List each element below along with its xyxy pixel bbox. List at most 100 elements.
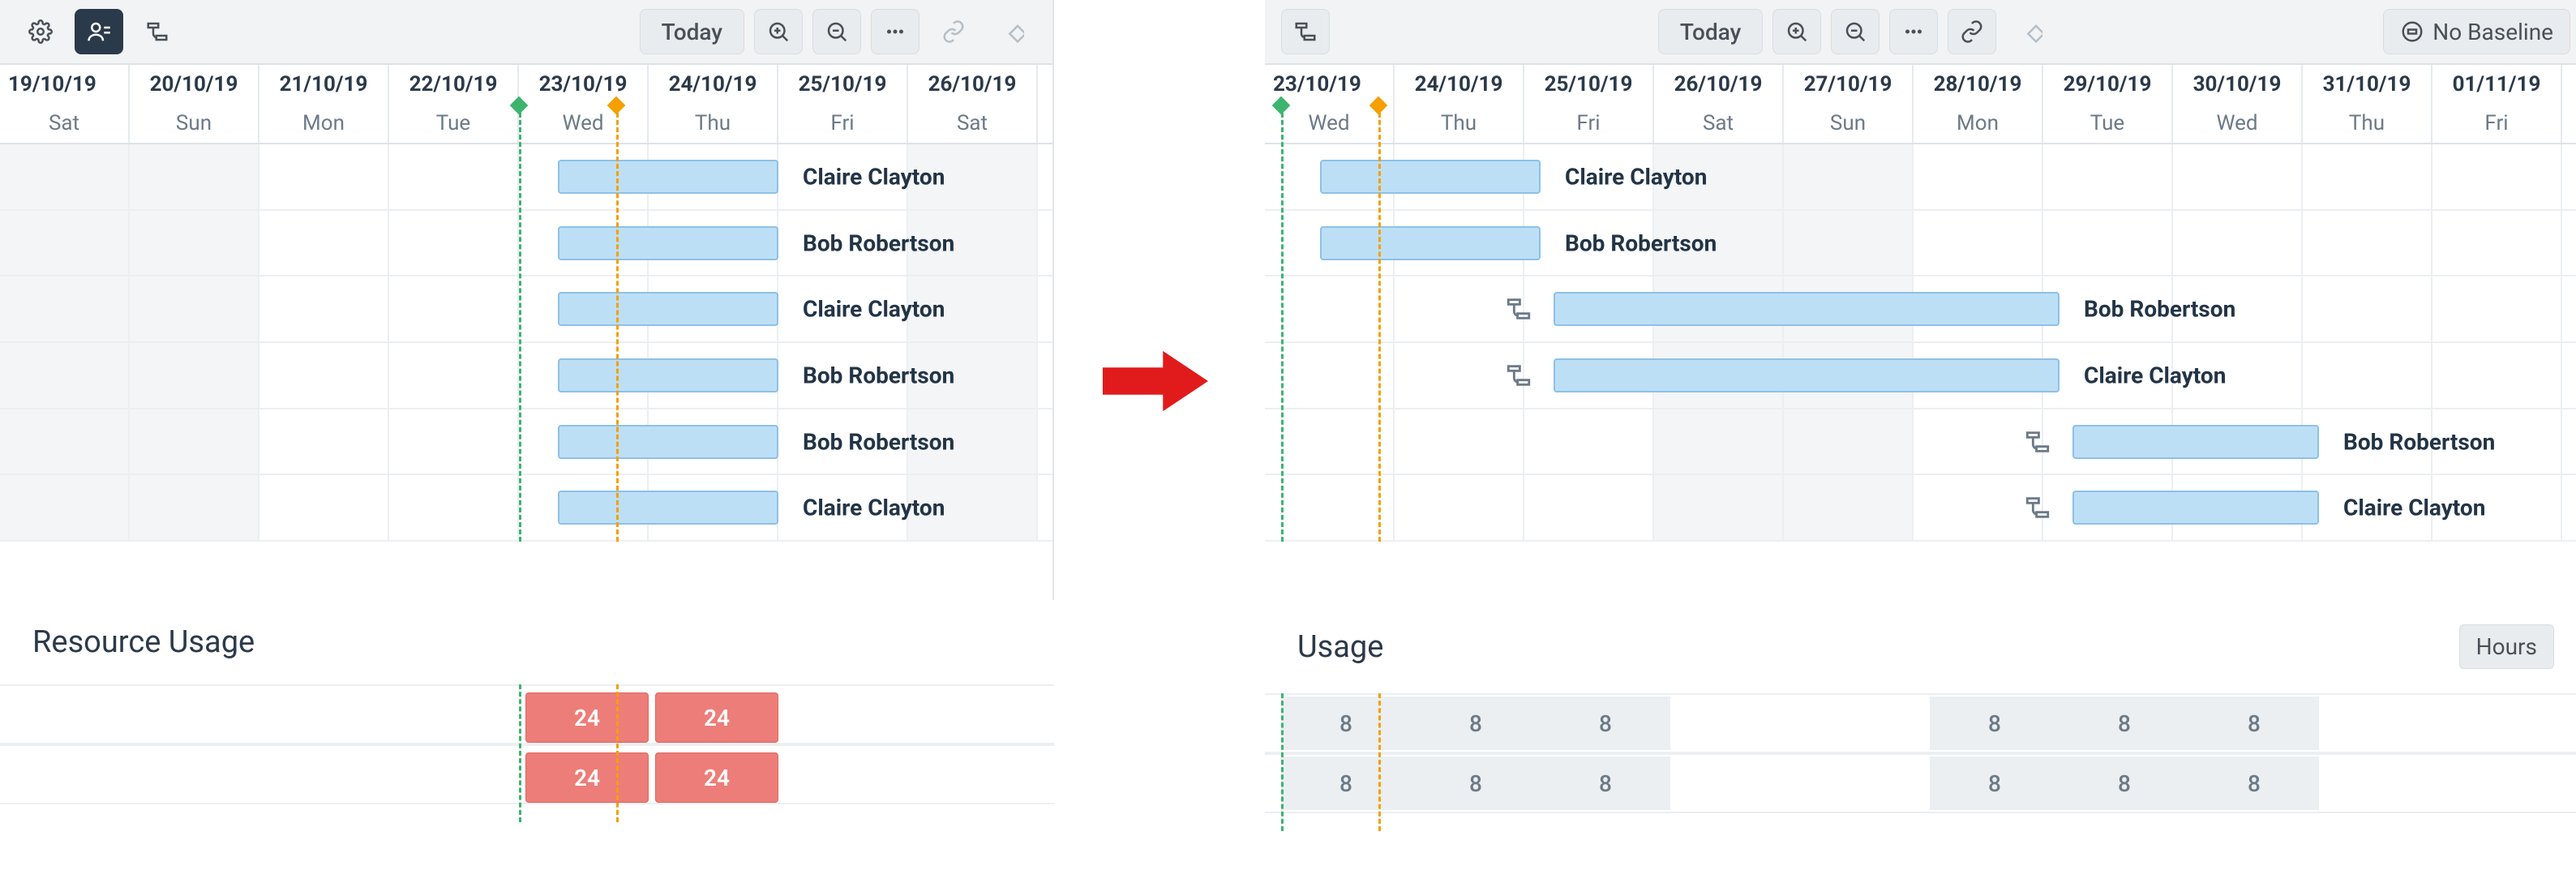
gantt-grid[interactable]: Claire ClaytonBob RobertsonBob Robertson…	[1265, 144, 2576, 542]
day-header-cell: Sat	[908, 104, 1038, 143]
task-row[interactable]: Bob Robertson	[1265, 277, 2576, 343]
milestone-button[interactable]	[2006, 9, 2055, 54]
task-row[interactable]: Bob Robertson	[0, 211, 1052, 277]
orange-marker-line	[1378, 105, 1381, 542]
usage-cell: 8	[1281, 697, 1411, 750]
task-row[interactable]: Claire Clayton	[0, 475, 1052, 542]
gantt-grid[interactable]: Claire Clayton Bob Robertson Claire Clayto…	[0, 144, 1052, 542]
date-header-cell: 23/10/19	[519, 65, 649, 104]
task-row[interactable]: Claire Clayton	[1265, 343, 2576, 409]
task-row[interactable]: Claire Clayton	[0, 277, 1052, 343]
usage-cell: 8	[2060, 697, 2189, 750]
task-row[interactable]: Claire Clayton	[0, 144, 1052, 211]
more-button[interactable]	[871, 9, 919, 54]
usage-cell: 8	[1930, 697, 2060, 750]
settings-button[interactable]	[16, 9, 65, 54]
task-bar[interactable]	[558, 226, 778, 260]
date-header-cell: 24/10/19	[649, 65, 778, 104]
date-header-cell: 24/10/19	[1395, 65, 1524, 104]
task-bar[interactable]	[558, 491, 778, 525]
day-header-cell: Tue	[389, 104, 519, 143]
usage-cell: 8	[1541, 697, 1670, 750]
predecessor-icon	[2024, 428, 2051, 456]
date-header-cell: 27/10/19	[1784, 65, 1914, 104]
usage-cell: 24	[525, 692, 649, 743]
today-button[interactable]: Today	[1658, 9, 1763, 54]
task-row[interactable]: Bob Robertson	[0, 343, 1052, 409]
zoom-in-button[interactable]	[1772, 9, 1821, 54]
predecessor-view-button[interactable]	[133, 9, 182, 54]
usage-cell: 8	[1281, 757, 1411, 810]
date-header-cell: 26/10/19	[908, 65, 1038, 104]
usage-cell: 8	[1411, 697, 1541, 750]
zoom-out-button[interactable]	[1831, 9, 1879, 54]
task-assignee-label: Claire Clayton	[803, 163, 945, 190]
usage-title: Resource Usage	[32, 624, 255, 660]
green-marker-line	[519, 105, 521, 542]
task-row[interactable]: Bob Robertson	[0, 409, 1052, 476]
usage-units-button[interactable]: Hours	[2459, 624, 2554, 669]
day-header-cell: Wed	[519, 104, 649, 143]
orange-marker-line	[616, 105, 619, 542]
usage-cell: 8	[2189, 697, 2319, 750]
green-marker-line	[1281, 105, 1284, 542]
day-header-cell: Sat	[1654, 104, 1784, 143]
task-row[interactable]: Bob Robertson	[1265, 409, 2576, 476]
usage-panel-before: Resource Usage 24242424	[0, 616, 1054, 822]
task-bar[interactable]	[558, 292, 778, 326]
date-header-cell: 28/10/19	[1914, 65, 2043, 104]
date-header-cell: 20/10/19	[130, 65, 259, 104]
gantt-panel-after: Today No Baseline 23/10/1924/10/1925/10/…	[1265, 0, 2576, 600]
day-header-cell: Wed	[2173, 104, 2303, 143]
day-header-cell: Mon	[259, 104, 389, 143]
day-header-cell: Sun	[130, 104, 259, 143]
day-header-cell: Fri	[1524, 104, 1654, 143]
date-header-cell: 31/10/19	[2303, 65, 2432, 104]
usage-cell: 24	[655, 692, 778, 743]
predecessor-icon	[1505, 295, 1532, 323]
task-assignee-label: Bob Robertson	[803, 428, 954, 455]
usage-panel-after: Usage Hours 888888888888	[1265, 616, 2576, 831]
link-button[interactable]	[929, 9, 978, 54]
date-header-cell: 21/10/19	[259, 65, 389, 104]
date-header-cell: 25/10/19	[1524, 65, 1654, 104]
task-assignee-label: Claire Clayton	[803, 296, 945, 323]
link-button[interactable]	[1948, 9, 1996, 54]
usage-grid: 888888888888	[1265, 693, 2576, 831]
task-assignee-label: Bob Robertson	[803, 362, 954, 388]
task-row[interactable]: Claire Clayton	[1265, 144, 2576, 211]
task-bar[interactable]	[2072, 425, 2319, 459]
more-button[interactable]	[1889, 9, 1938, 54]
resource-view-button[interactable]	[75, 9, 123, 54]
task-bar[interactable]	[2072, 491, 2319, 525]
date-header-cell: 26/10/19	[1654, 65, 1784, 104]
predecessor-icon	[1505, 362, 1532, 389]
task-row[interactable]: Claire Clayton	[1265, 475, 2576, 542]
day-header-cell: Thu	[1395, 104, 1524, 143]
task-bar[interactable]	[558, 425, 778, 459]
timeline-header: 23/10/1924/10/1925/10/1926/10/1927/10/19…	[1265, 65, 2576, 144]
date-header-cell: 30/10/19	[2173, 65, 2303, 104]
predecessor-view-button[interactable]	[1281, 9, 1330, 54]
milestone-button[interactable]	[988, 9, 1036, 54]
task-assignee-label: Claire Clayton	[2343, 495, 2485, 521]
task-assignee-label: Bob Robertson	[2084, 296, 2235, 323]
task-row[interactable]: Bob Robertson	[1265, 211, 2576, 277]
today-button[interactable]: Today	[640, 9, 744, 54]
zoom-out-button[interactable]	[812, 9, 861, 54]
task-bar[interactable]	[1554, 292, 2060, 326]
predecessor-icon	[2024, 494, 2051, 521]
toolbar: Today No Baseline	[1265, 0, 2576, 65]
date-header-cell: 19/10/19	[0, 65, 130, 104]
task-bar[interactable]	[1320, 160, 1541, 194]
task-bar[interactable]	[558, 358, 778, 392]
zoom-in-button[interactable]	[754, 9, 803, 54]
day-header-cell: Fri	[778, 104, 908, 143]
task-bar[interactable]	[1320, 226, 1541, 260]
usage-cell: 8	[1930, 757, 2060, 810]
usage-grid: 24242424	[0, 684, 1054, 822]
task-bar[interactable]	[1554, 358, 2060, 392]
task-bar[interactable]	[558, 160, 778, 194]
baseline-button[interactable]: No Baseline	[2383, 9, 2570, 54]
date-header-cell: 29/10/19	[2043, 65, 2173, 104]
